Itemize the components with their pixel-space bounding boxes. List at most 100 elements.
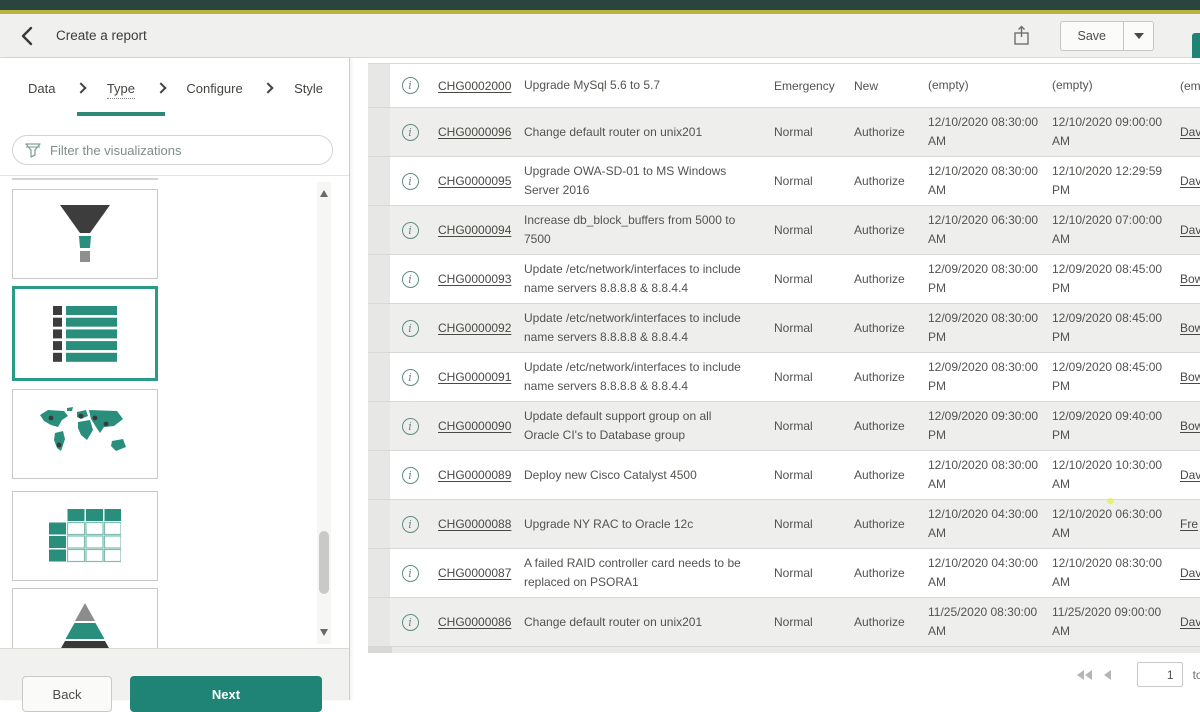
viz-type-world-map[interactable]	[12, 389, 158, 479]
viz-type-pivot-table[interactable]	[12, 491, 158, 581]
chevron-right-icon	[75, 82, 86, 93]
viz-type-funnel[interactable]	[12, 189, 158, 279]
page-number-input[interactable]	[1137, 662, 1183, 687]
priority-cell: Normal	[774, 272, 834, 286]
info-icon[interactable]: i	[402, 173, 419, 190]
info-icon[interactable]: i	[402, 320, 419, 337]
wizard-footer: Back Next	[0, 648, 349, 700]
state-cell: Authorize	[854, 517, 924, 531]
list-chart-icon	[53, 306, 117, 362]
assigned-to-link[interactable]: Dav	[1180, 223, 1200, 237]
row-gutter	[368, 304, 390, 352]
change-number-link[interactable]: CHG0000088	[438, 517, 511, 531]
assigned-to-link[interactable]: Bow	[1180, 321, 1200, 335]
assigned-to-link[interactable]: (empty)	[1180, 79, 1200, 93]
change-number-link[interactable]: CHG0000090	[438, 419, 511, 433]
planned-start-cell: 12/09/2020 08:30:00 PM	[928, 309, 1048, 346]
info-icon[interactable]: i	[402, 565, 419, 582]
scroll-down-arrow-icon[interactable]	[320, 629, 328, 636]
pagination-range-label: to 20 of 100	[1193, 668, 1200, 682]
filter-input[interactable]	[50, 143, 320, 158]
info-icon[interactable]: i	[402, 271, 419, 288]
state-cell: Authorize	[854, 174, 924, 188]
change-request-table: i CHG0002000 Upgrade MySql 5.6 to 5.7 Em…	[368, 63, 1200, 653]
assigned-to-link[interactable]: Dav	[1180, 566, 1200, 580]
assigned-to-link[interactable]: Fre	[1180, 517, 1198, 531]
save-button[interactable]: Save	[1060, 21, 1125, 51]
change-number-link[interactable]: CHG0000096	[438, 125, 511, 139]
change-number-link[interactable]: CHG0000092	[438, 321, 511, 335]
assigned-to-link[interactable]: Dav	[1180, 125, 1200, 139]
share-button[interactable]	[1013, 25, 1030, 46]
tab-configure[interactable]: Configure	[186, 61, 242, 116]
planned-start-cell: (empty)	[928, 76, 1048, 95]
change-number-link[interactable]: CHG0002000	[438, 79, 511, 93]
assigned-to-link[interactable]: Dav	[1180, 615, 1200, 629]
change-number-link[interactable]: CHG0000094	[438, 223, 511, 237]
change-number-link[interactable]: CHG0000087	[438, 566, 511, 580]
state-cell: New	[854, 79, 924, 93]
viz-list-scrollbar[interactable]	[317, 182, 331, 644]
planned-start-cell: 12/10/2020 06:30:00 AM	[928, 211, 1048, 248]
row-gutter	[368, 500, 390, 548]
planned-start-cell: 12/10/2020 08:30:00 AM	[928, 162, 1048, 199]
planned-end-cell: 12/10/2020 09:00:00 AM	[1052, 113, 1172, 150]
planned-end-cell: 12/10/2020 12:29:59 PM	[1052, 162, 1172, 199]
double-arrow-left-icon	[1077, 670, 1084, 680]
assigned-to-link[interactable]: Dav	[1180, 174, 1200, 188]
report-preview-pane: i CHG0002000 Upgrade MySql 5.6 to 5.7 Em…	[350, 58, 1200, 700]
state-cell: Authorize	[854, 566, 924, 580]
priority-cell: Normal	[774, 370, 834, 384]
table-row: i CHG0000092 Update /etc/network/interfa…	[368, 304, 1200, 353]
assigned-to-cell: Dav	[1180, 468, 1200, 482]
info-icon[interactable]: i	[402, 614, 419, 631]
assigned-to-link[interactable]: Dav	[1180, 468, 1200, 482]
priority-cell: Normal	[774, 125, 834, 139]
tab-type[interactable]: Type	[107, 61, 135, 116]
change-number-link[interactable]: CHG0000089	[438, 468, 511, 482]
table-row: i CHG0000096 Change default router on un…	[368, 108, 1200, 157]
priority-cell: Normal	[774, 615, 834, 629]
viz-type-pyramid[interactable]	[12, 588, 158, 648]
info-icon[interactable]: i	[402, 222, 419, 239]
short-description-cell: Deploy new Cisco Catalyst 4500	[524, 466, 744, 485]
tab-data[interactable]: Data	[28, 61, 55, 116]
change-number-link[interactable]: CHG0000095	[438, 174, 511, 188]
scroll-up-arrow-icon[interactable]	[320, 190, 328, 197]
back-button[interactable]	[14, 23, 40, 49]
info-icon[interactable]: i	[402, 369, 419, 386]
info-icon[interactable]: i	[402, 516, 419, 533]
short-description-cell: Update default support group on all Orac…	[524, 407, 744, 444]
tab-style[interactable]: Style	[294, 61, 323, 116]
change-number-link[interactable]: CHG0000086	[438, 615, 511, 629]
priority-cell: Normal	[774, 566, 834, 580]
save-split-button: Save	[1060, 21, 1155, 51]
funnel-filter-icon	[25, 143, 41, 158]
row-gutter	[368, 598, 390, 646]
scrollbar-thumb[interactable]	[319, 531, 329, 594]
change-number-link[interactable]: CHG0000091	[438, 370, 511, 384]
chevron-right-icon	[155, 82, 166, 93]
short-description-cell: Change default router on unix201	[524, 613, 744, 632]
info-icon[interactable]: i	[402, 77, 419, 94]
save-dropdown-button[interactable]	[1124, 21, 1154, 51]
state-cell: Authorize	[854, 419, 924, 433]
table-row: i CHG0000087 A failed RAID controller ca…	[368, 549, 1200, 598]
info-icon[interactable]: i	[402, 418, 419, 435]
back-step-button[interactable]: Back	[22, 676, 112, 712]
short-description-cell: Upgrade NY RAC to Oracle 12c	[524, 515, 744, 534]
first-page-button[interactable]	[1077, 670, 1092, 680]
assigned-to-link[interactable]: Bow	[1180, 272, 1200, 286]
priority-cell: Normal	[774, 517, 834, 531]
assigned-to-link[interactable]: Bow	[1180, 419, 1200, 433]
previous-page-button[interactable]	[1104, 670, 1111, 680]
info-icon[interactable]: i	[402, 467, 419, 484]
assigned-to-link[interactable]: Bow	[1180, 370, 1200, 384]
table-body: i CHG0002000 Upgrade MySql 5.6 to 5.7 Em…	[368, 64, 1200, 647]
next-step-button[interactable]: Next	[130, 676, 322, 712]
change-number-link[interactable]: CHG0000093	[438, 272, 511, 286]
viz-type-list[interactable]	[12, 286, 158, 381]
planned-end-cell: 12/10/2020 10:30:00 AM	[1052, 456, 1172, 493]
info-icon[interactable]: i	[402, 124, 419, 141]
visualization-filter	[12, 135, 333, 165]
